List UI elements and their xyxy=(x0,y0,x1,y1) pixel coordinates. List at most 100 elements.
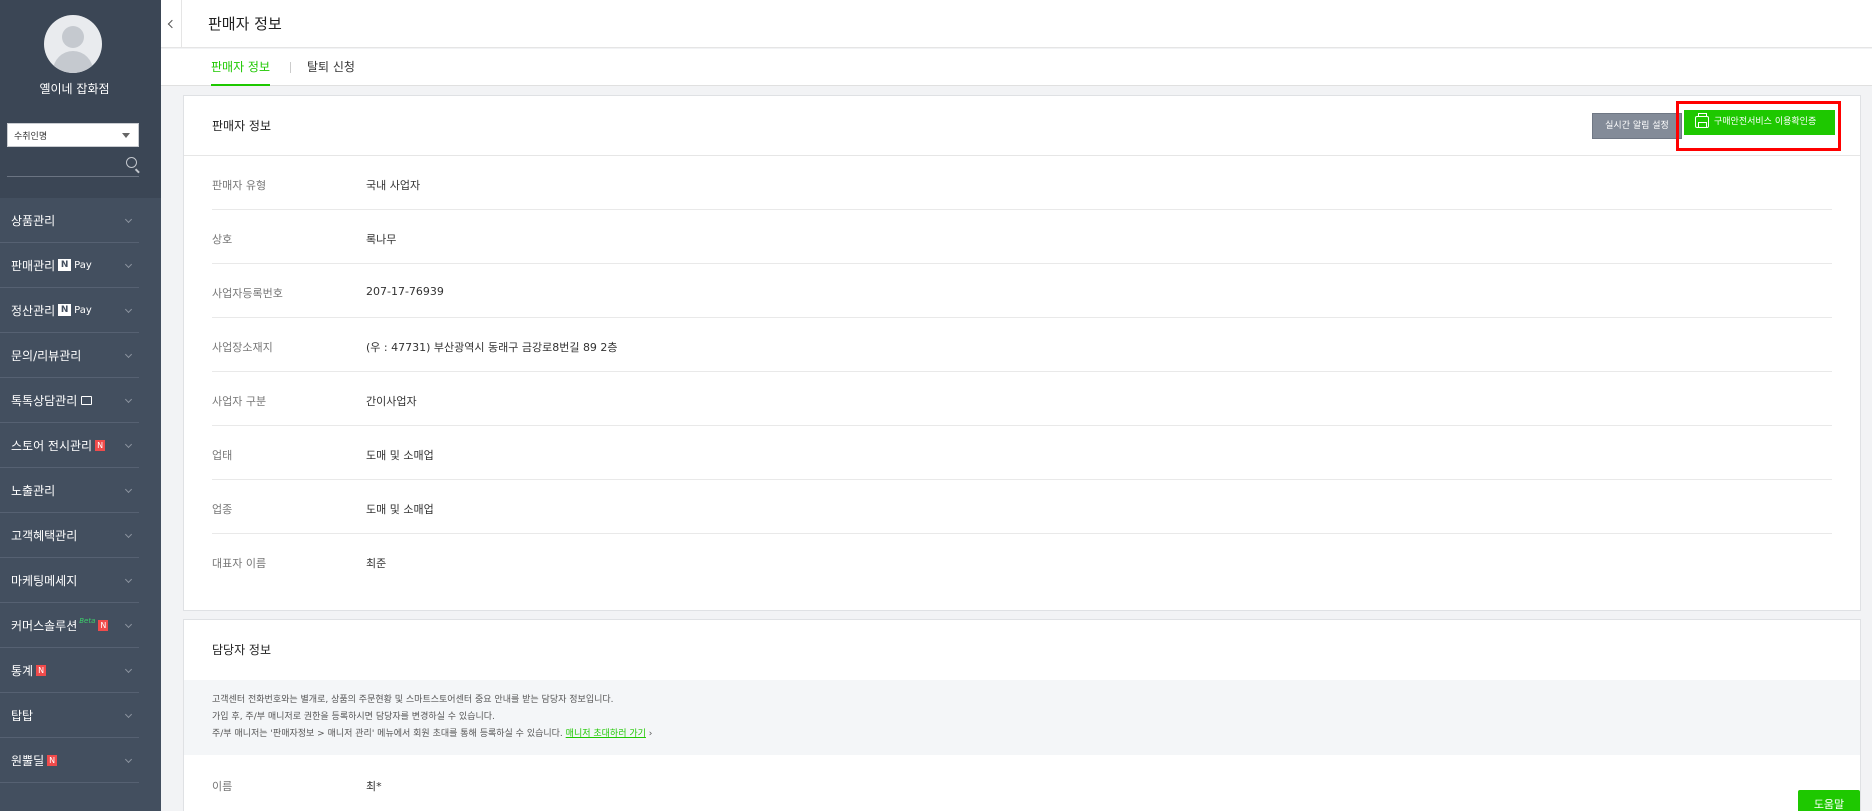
chevron-down-icon xyxy=(124,755,133,764)
row-label: 업태 xyxy=(212,449,233,462)
main-content: 판매자 정보 판매자 정보 탈퇴 신청 판매자 정보 실시간 알림 설정 구매안… xyxy=(161,0,1872,811)
sidebar-item-exposure[interactable]: 노출관리 xyxy=(0,468,139,513)
avatar[interactable] xyxy=(44,15,102,73)
table-row: 이름 최* xyxy=(184,755,1860,811)
sidebar-item-label: 마케팅메세지 xyxy=(11,573,78,588)
row-value: 도매 및 소매업 xyxy=(366,449,434,462)
contact-notice: 고객센터 전화번호와는 별개로, 상품의 주문현황 및 스마트스토어센터 중요 … xyxy=(184,680,1860,755)
sidebar-item-marketing-message[interactable]: 마케팅메세지 xyxy=(0,558,139,603)
search-type-select[interactable]: 수취인명 xyxy=(7,123,139,147)
row-value: 207-17-76939 xyxy=(366,285,444,298)
chevron-down-icon xyxy=(122,133,130,138)
sidebar-item-store-display[interactable]: 스토어 전시관리 N xyxy=(0,423,139,468)
invite-manager-link[interactable]: 매니저 초대하러 가기 xyxy=(566,729,646,739)
table-row: 판매자 유형 국내 사업자 xyxy=(212,156,1832,210)
beta-tag: Beta xyxy=(79,617,96,625)
row-label: 사업자등록번호 xyxy=(212,287,283,300)
search-type-value: 수취인명 xyxy=(14,132,48,142)
row-label: 상호 xyxy=(212,233,233,246)
printer-icon xyxy=(1695,113,1709,128)
sidebar-item-label: 상품관리 xyxy=(11,213,56,228)
sidebar-item-customer-benefits[interactable]: 고객혜택관리 xyxy=(0,513,139,558)
table-row: 사업장소재지 (우 : 47731) 부산광역시 동래구 금강로8번길 89 2층 xyxy=(212,318,1832,372)
notice-line: 주/부 매니저는 '판매자정보 > 매니저 관리' 메뉴에서 회원 초대를 통해… xyxy=(212,729,563,739)
sidebar-item-inquiries[interactable]: 문의/리뷰관리 xyxy=(0,333,139,378)
chevron-down-icon xyxy=(124,395,133,404)
chevron-down-icon xyxy=(124,260,133,269)
card-title: 판매자 정보 xyxy=(212,119,272,133)
chevron-down-icon xyxy=(124,485,133,494)
row-label: 사업장소재지 xyxy=(212,341,273,354)
tab-divider xyxy=(290,62,291,73)
certificate-button-label: 구매안전서비스 이용확인증 xyxy=(1714,117,1817,127)
row-label: 대표자 이름 xyxy=(212,557,267,570)
sidebar-item-sales[interactable]: 판매관리 N Pay xyxy=(0,243,139,288)
sidebar-item-label: 정산관리 xyxy=(11,303,56,318)
sidebar: 옐이네 잡화점 수취인명 상품관리 판매관리 NPay 정산관리 NPay xyxy=(0,0,161,811)
row-label: 이름 xyxy=(212,780,233,793)
sidebar-item-statistics[interactable]: 통계 N xyxy=(0,648,139,693)
sidebar-item-onedeal[interactable]: 원뿔딜 N xyxy=(0,738,139,783)
table-row: 업종 도매 및 소매업 xyxy=(212,480,1832,534)
sidebar-item-products[interactable]: 상품관리 xyxy=(0,198,139,243)
chevron-down-icon xyxy=(124,530,133,539)
search-icon[interactable] xyxy=(126,157,137,168)
sidebar-nav: 상품관리 판매관리 N Pay 정산관리 N Pay 문의/리뷰관리 톡톡상담관리 xyxy=(0,198,161,811)
realtime-alert-button[interactable]: 실시간 알림 설정 xyxy=(1592,113,1682,139)
row-value: 간이사업자 xyxy=(366,395,417,408)
chevron-down-icon xyxy=(124,215,133,224)
sidebar-item-label: 문의/리뷰관리 xyxy=(11,348,82,363)
page-header: 판매자 정보 xyxy=(161,0,1872,48)
sidebar-item-taptap[interactable]: 탑탑 xyxy=(0,693,139,738)
table-row: 대표자 이름 최준 xyxy=(212,534,1832,588)
search-input[interactable] xyxy=(7,154,139,177)
new-badge: N xyxy=(47,754,58,766)
sidebar-item-label: 커머스솔루션 xyxy=(11,618,78,633)
sidebar-item-settlement[interactable]: 정산관리 N Pay xyxy=(0,288,139,333)
sidebar-item-talktalk[interactable]: 톡톡상담관리 xyxy=(0,378,139,423)
chevron-down-icon xyxy=(124,440,133,449)
profile-area: 옐이네 잡화점 수취인명 xyxy=(0,0,161,198)
certificate-button[interactable]: 구매안전서비스 이용확인증 xyxy=(1684,110,1835,135)
sidebar-item-label: 원뿔딜 xyxy=(11,753,45,768)
page-title: 판매자 정보 xyxy=(208,15,282,33)
chevron-right-icon: › xyxy=(648,729,653,739)
seller-info-rows: 판매자 유형 국내 사업자 상호 록나무 사업자등록번호 207-17-76939 사… xyxy=(184,156,1860,588)
contact-info-card: 담당자 정보 고객센터 전화번호와는 별개로, 상품의 주문현황 및 스마트스토… xyxy=(183,619,1861,811)
sidebar-item-label: 고객혜택관리 xyxy=(11,528,78,543)
npay-icon: N Pay xyxy=(58,304,92,316)
sidebar-item-label: 스토어 전시관리 xyxy=(11,438,93,453)
chevron-down-icon xyxy=(124,665,133,674)
help-button[interactable]: 도움말 xyxy=(1798,790,1860,811)
sidebar-item-label: 탑탑 xyxy=(11,708,34,723)
chevron-down-icon xyxy=(124,710,133,719)
row-value: 최* xyxy=(366,780,382,793)
row-value: (우 : 47731) 부산광역시 동래구 금강로8번길 89 2층 xyxy=(366,341,618,354)
card-header: 담당자 정보 xyxy=(184,620,1860,680)
chevron-down-icon xyxy=(124,350,133,359)
store-name: 옐이네 잡화점 xyxy=(39,82,110,96)
row-value: 최준 xyxy=(366,557,387,570)
row-label: 업종 xyxy=(212,503,233,516)
new-badge: N xyxy=(36,664,47,676)
row-value: 국내 사업자 xyxy=(366,179,421,192)
chevron-down-icon xyxy=(124,575,133,584)
sidebar-item-commerce-solution[interactable]: 커머스솔루션 Beta N xyxy=(0,603,139,648)
collapse-sidebar-button[interactable] xyxy=(161,0,182,48)
row-label: 판매자 유형 xyxy=(212,179,267,192)
table-row: 업태 도매 및 소매업 xyxy=(212,426,1832,480)
notice-line: 고객센터 전화번호와는 별개로, 상품의 주문현황 및 스마트스토어센터 중요 … xyxy=(212,695,614,705)
card-title: 담당자 정보 xyxy=(212,643,272,657)
tab-withdrawal[interactable]: 탈퇴 신청 xyxy=(307,58,355,75)
tab-seller-info[interactable]: 판매자 정보 xyxy=(211,58,271,86)
sidebar-item-label: 노출관리 xyxy=(11,483,56,498)
notice-line: 가입 후, 주/부 매니저로 권한을 등록하시면 담당자를 변경하실 수 있습니… xyxy=(212,712,495,722)
new-badge: N xyxy=(98,619,109,631)
sidebar-item-label: 통계 xyxy=(11,663,34,678)
tab-bar: 판매자 정보 탈퇴 신청 xyxy=(161,49,1872,86)
npay-icon: N Pay xyxy=(58,259,92,271)
chevron-down-icon xyxy=(124,305,133,314)
card-header: 판매자 정보 실시간 알림 설정 구매안전서비스 이용확인증 xyxy=(184,96,1860,156)
new-badge: N xyxy=(95,439,106,451)
seller-info-card: 판매자 정보 실시간 알림 설정 구매안전서비스 이용확인증 판매자 유형 국내 … xyxy=(183,95,1861,611)
